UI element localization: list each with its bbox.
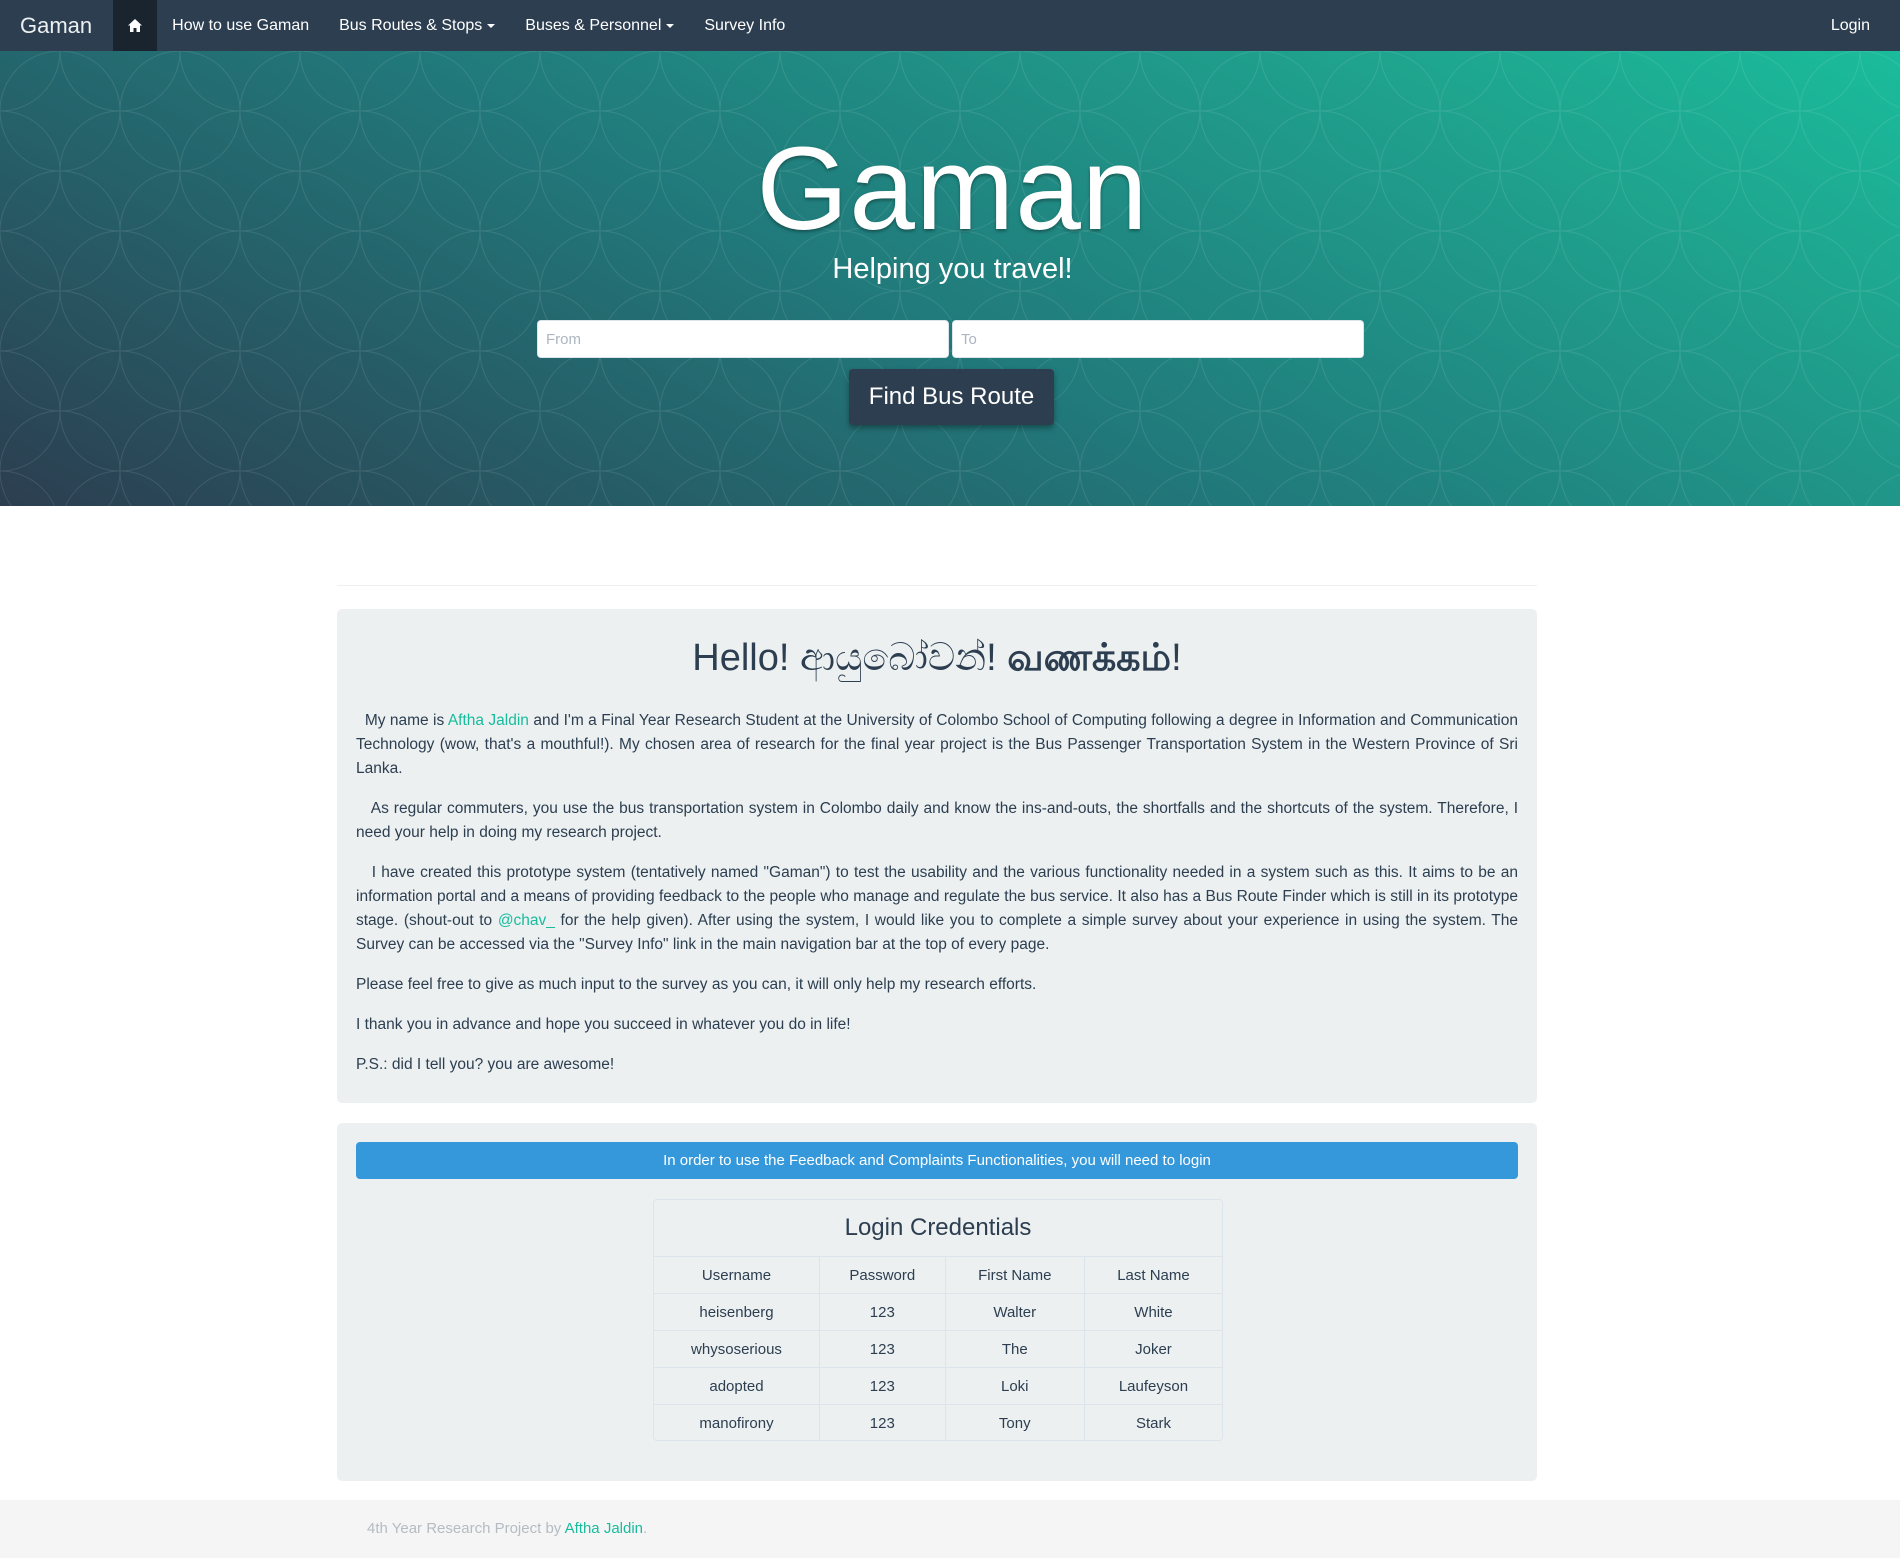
header-username: Username — [654, 1257, 820, 1294]
header-first-name: First Name — [945, 1257, 1085, 1294]
author-link[interactable]: Aftha Jaldin — [448, 712, 529, 729]
hero-subtitle: Helping you travel! — [832, 253, 1073, 285]
cell-last-name: White — [1084, 1293, 1222, 1331]
greeting-latin: Hello! — [692, 637, 790, 679]
hero-banner: Gaman Helping you travel! Find Bus Route — [0, 51, 1900, 506]
footer: 4th Year Research Project by Aftha Jaldi… — [0, 1500, 1900, 1558]
p2-text: As regular commuters, you use the bus tr… — [356, 800, 1518, 841]
nav-survey-info[interactable]: Survey Info — [689, 0, 800, 51]
cell-password: 123 — [819, 1330, 946, 1368]
table-header-row: Username Password First Name Last Name — [654, 1257, 1222, 1294]
greeting-end: ! — [1171, 637, 1182, 679]
cell-first-name: Loki — [945, 1367, 1085, 1405]
intro-paragraph-6: P.S.: did I tell you? you are awesome! — [356, 1056, 615, 1073]
table-row: whysoserious 123 The Joker — [654, 1330, 1222, 1368]
to-input[interactable] — [952, 320, 1364, 358]
credentials-title: Login Credentials — [654, 1200, 1222, 1257]
nav-buses-personnel-label: Buses & Personnel — [525, 17, 662, 34]
nav-bus-routes-label: Bus Routes & Stops — [339, 17, 483, 34]
intro-paragraph-3: I have created this prototype system (te… — [356, 861, 1518, 957]
cell-last-name: Stark — [1135, 1414, 1171, 1432]
cell-username: manofirony — [654, 1404, 820, 1440]
cell-username: whysoserious — [654, 1330, 820, 1368]
nav-bus-routes-dropdown[interactable]: Bus Routes & Stops — [324, 0, 510, 51]
p1-text-a: My name is — [364, 712, 448, 729]
cell-first-name: The — [945, 1330, 1085, 1368]
caret-down-icon — [666, 23, 675, 28]
intro-well: Hello! ආයුබෝවන්! வணக்கம்! My name is Aft… — [337, 609, 1537, 1103]
intro-paragraph-4: Please feel free to give as much input t… — [356, 976, 1037, 993]
find-bus-route-button[interactable]: Find Bus Route — [849, 369, 1054, 425]
table-row: heisenberg 123 Walter White — [654, 1293, 1222, 1331]
intro-paragraph-5: I thank you in advance and hope you succ… — [356, 1016, 851, 1033]
header-password: Password — [819, 1257, 946, 1294]
credentials-table: Username Password First Name Last Name h… — [654, 1257, 1222, 1440]
cell-first-name: Walter — [945, 1293, 1085, 1331]
cell-password: 123 — [819, 1293, 946, 1331]
chav-link[interactable]: @chav_ — [498, 912, 555, 929]
cell-username: heisenberg — [654, 1293, 820, 1331]
nav-home-button[interactable] — [113, 0, 158, 51]
footer-text: 4th Year Research Project by Aftha Jaldi… — [367, 1500, 647, 1558]
footer-author-link[interactable]: Aftha Jaldin — [565, 1520, 643, 1537]
nav-login[interactable]: Login — [1816, 0, 1885, 51]
table-row: adopted 123 Loki Laufeyson — [654, 1367, 1222, 1405]
greeting-sinhala: ආයුබෝවන්! — [800, 637, 997, 679]
greeting-tamil: வணக்கம் — [1007, 637, 1172, 679]
footer-text-a: 4th Year Research Project by — [367, 1520, 565, 1537]
cell-password: 123 — [819, 1404, 946, 1440]
greeting-heading: Hello! ආයුබෝවන්! வணக்கம்! — [356, 637, 1518, 685]
caret-down-icon — [487, 23, 496, 28]
brand-link[interactable]: Gaman — [0, 0, 112, 51]
cell-last-name: Joker — [1084, 1330, 1222, 1368]
login-notice: In order to use the Feedback and Complai… — [356, 1142, 1518, 1179]
from-input[interactable] — [537, 320, 949, 358]
header-last-name: Last Name — [1084, 1257, 1222, 1294]
hero-title: Gaman — [756, 123, 1149, 255]
intro-paragraph-2: As regular commuters, you use the bus tr… — [356, 797, 1518, 845]
intro-paragraph-1: My name is Aftha Jaldin and I'm a Final … — [356, 709, 1518, 781]
nav-how-to-use[interactable]: How to use Gaman — [157, 0, 324, 51]
cell-username: adopted — [654, 1367, 820, 1405]
footer-text-b: . — [643, 1520, 648, 1537]
navbar: Gaman How to use Gaman Bus Routes & Stop… — [0, 0, 1900, 51]
table-row: manofirony 123 Tony Stark — [654, 1404, 1222, 1440]
cell-password: 123 — [819, 1367, 946, 1405]
home-icon — [128, 19, 143, 32]
login-well: In order to use the Feedback and Complai… — [337, 1123, 1537, 1481]
cell-first-name: Tony — [945, 1404, 1085, 1440]
cell-last-name: Laufeyson — [1084, 1367, 1222, 1405]
p1-text-b: and I'm a Final Year Research Student at… — [356, 712, 1518, 777]
divider — [337, 585, 1537, 586]
nav-buses-personnel-dropdown[interactable]: Buses & Personnel — [510, 0, 689, 51]
credentials-panel: Login Credentials Username Password Firs… — [653, 1199, 1223, 1441]
